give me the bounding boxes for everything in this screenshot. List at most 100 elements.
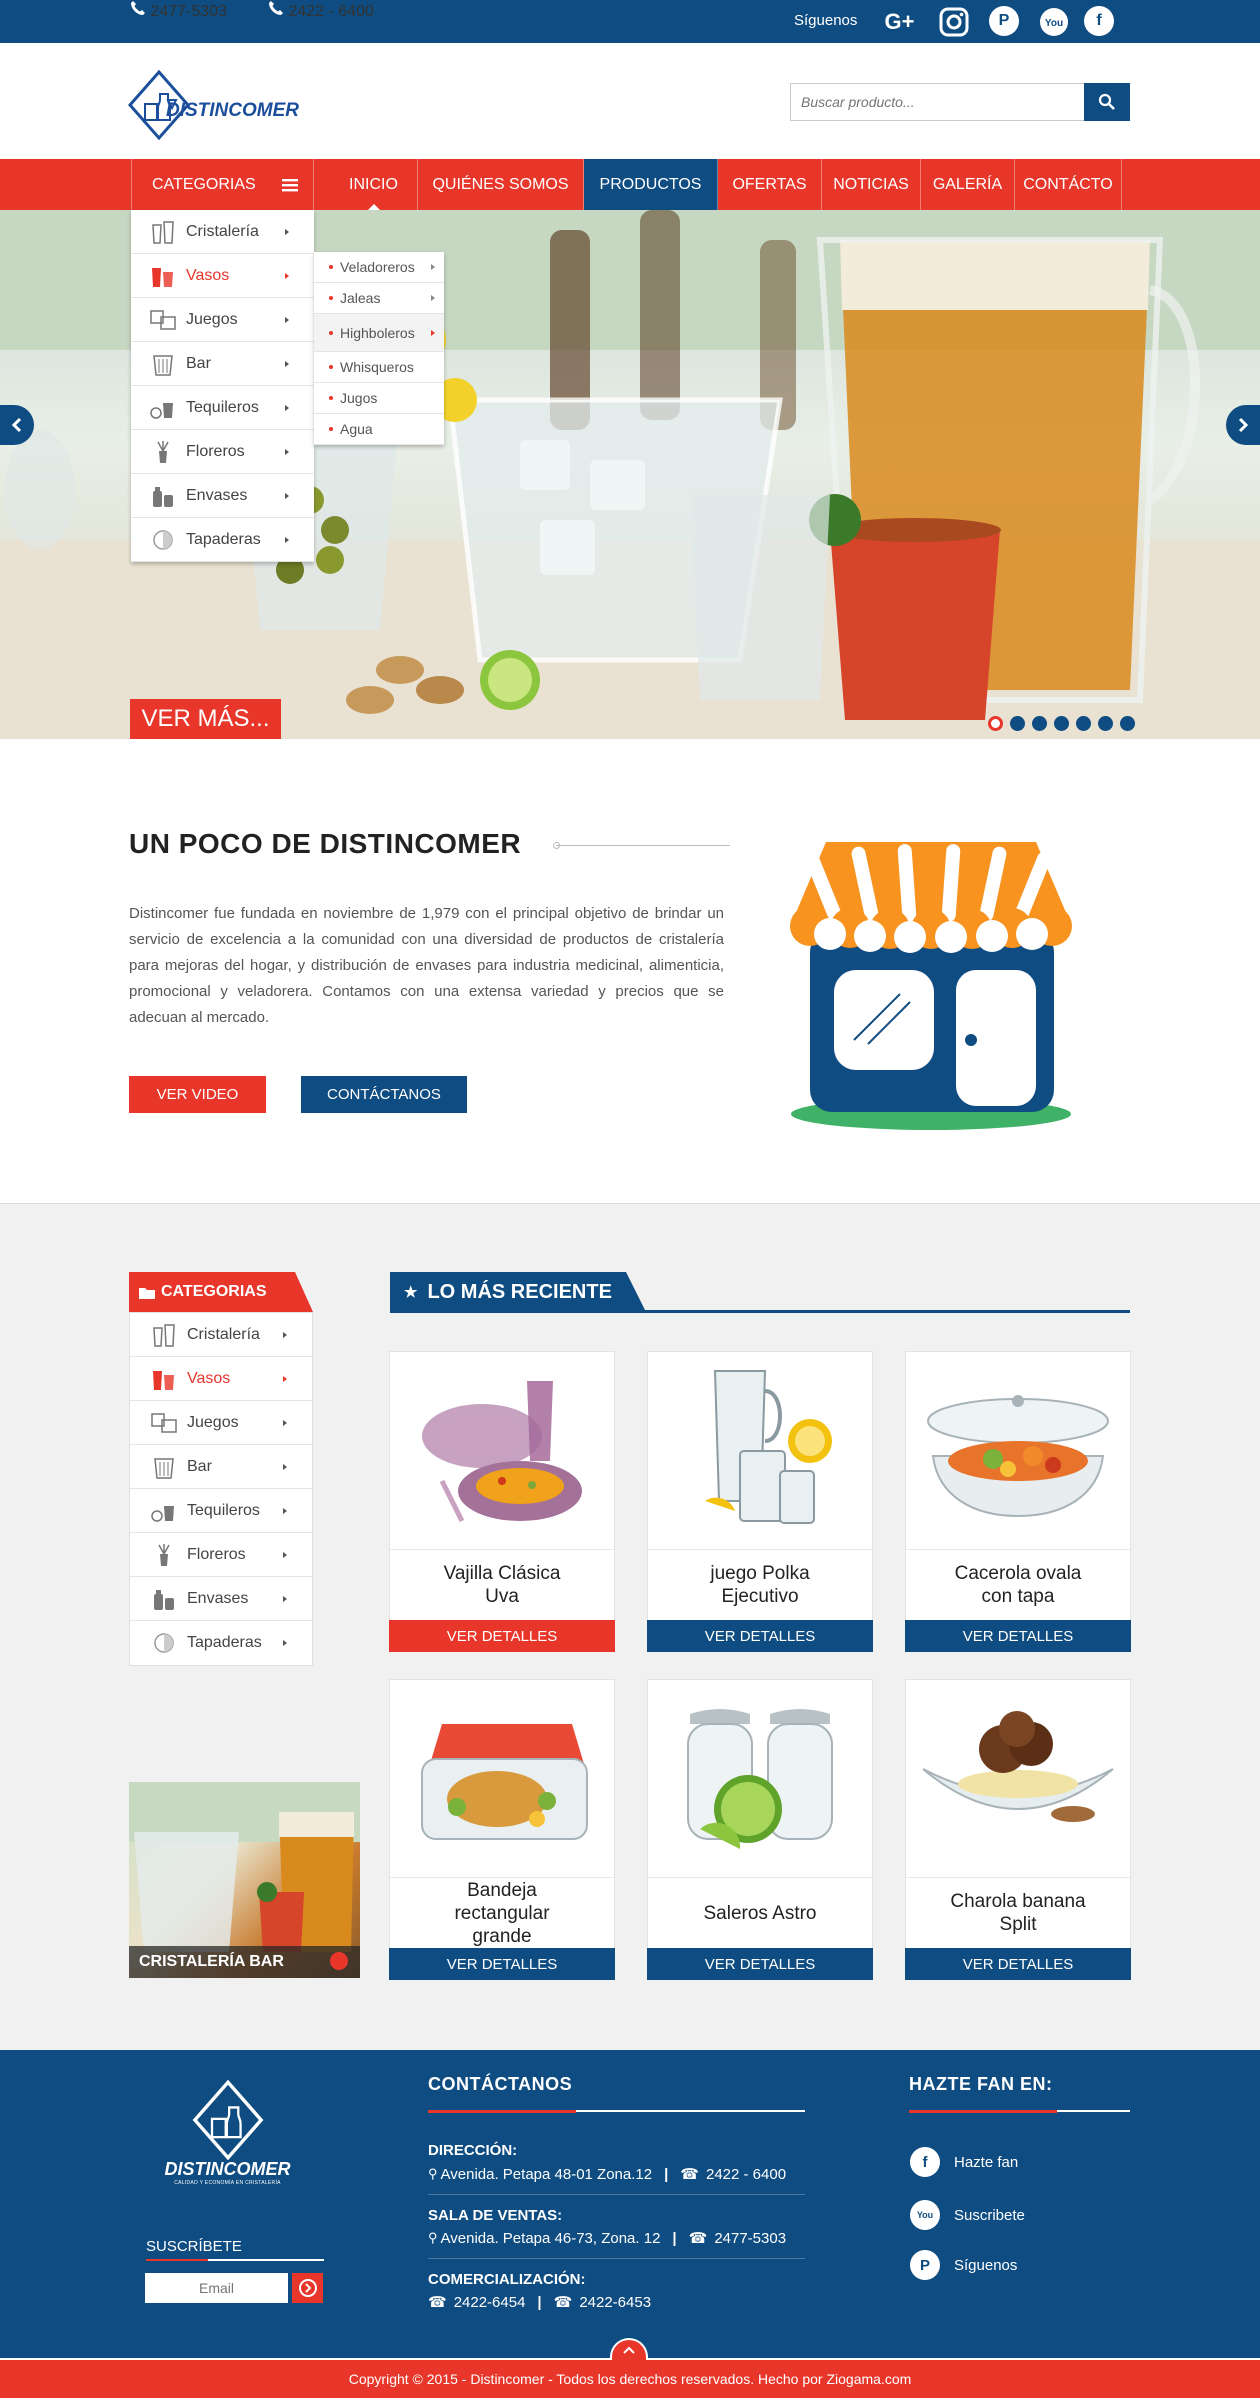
phone-icon: ☎ xyxy=(680,2166,699,2183)
submenu-item[interactable]: Jugos xyxy=(314,383,444,414)
promo-banner[interactable]: CRISTALERÍA BAR xyxy=(129,1782,360,1978)
sidebar-category-floreros[interactable]: Floreros xyxy=(130,1533,312,1577)
nav-contacto[interactable]: CONTÁCTO xyxy=(1015,159,1122,210)
fan-youtube[interactable]: You Suscribete xyxy=(910,2200,1025,2230)
nav-productos[interactable]: PRODUCTOS xyxy=(584,159,718,210)
pinterest-icon[interactable]: P xyxy=(989,6,1019,36)
footer-contact-title: CONTÁCTANOS xyxy=(428,2074,573,2094)
slider-dot[interactable] xyxy=(1098,716,1113,731)
video-button[interactable]: VER VIDEO xyxy=(129,1076,266,1113)
submenu-item[interactable]: Jaleas xyxy=(314,283,444,314)
sidebar-category-bar[interactable]: Bar xyxy=(130,1445,312,1489)
address-label: DIRECCIÓN: xyxy=(428,2142,518,2159)
product-card[interactable]: Vajilla Clásica Uva VER DETALLES xyxy=(389,1351,615,1652)
search-input[interactable] xyxy=(790,83,1084,121)
slider-dot[interactable] xyxy=(1076,716,1091,731)
categories-dropdown: Cristalería Vasos Juegos Bar Tequileros … xyxy=(131,210,314,562)
footer-logo[interactable]: DISTINCOMER CALIDAD Y ECONOMÍA EN CRISTA… xyxy=(160,2079,295,2190)
slider-dot[interactable] xyxy=(1032,716,1047,731)
folder-icon xyxy=(139,1287,155,1299)
submenu-label: Agua xyxy=(340,421,373,437)
facebook-icon[interactable]: f xyxy=(1084,6,1114,36)
nav-quienes-somos[interactable]: QUIÉNES SOMOS xyxy=(418,159,584,210)
category-cristaleria[interactable]: Cristalería xyxy=(131,210,314,254)
lid-icon xyxy=(149,527,177,553)
submenu-item[interactable]: Veladoreros xyxy=(314,252,444,283)
category-label: Vasos xyxy=(187,1369,231,1387)
phone-2[interactable]: 2422 - 6400 xyxy=(268,0,374,21)
product-card[interactable]: Charola banana Split VER DETALLES xyxy=(905,1679,1131,1980)
sidebar-category-vasos[interactable]: Vasos xyxy=(130,1357,312,1401)
logo-text: DISTINCOMER xyxy=(166,100,299,121)
search-icon xyxy=(1098,93,1115,110)
chevron-right-icon xyxy=(1238,417,1249,433)
category-label: Juegos xyxy=(187,1413,239,1431)
product-card[interactable]: Cacerola ovala con tapa VER DETALLES xyxy=(905,1351,1131,1652)
nav-ofertas[interactable]: OFERTAS xyxy=(718,159,822,210)
category-vasos[interactable]: Vasos xyxy=(131,254,314,298)
product-card[interactable]: juego Polka Ejecutivo VER DETALLES xyxy=(647,1351,873,1652)
google-plus-icon[interactable]: G+ xyxy=(884,6,915,37)
submenu-label: Whisqueros xyxy=(340,359,414,375)
slider-dot[interactable] xyxy=(988,716,1003,731)
nav-quienes-somos-label: QUIÉNES SOMOS xyxy=(432,175,569,193)
product-name: Bandeja rectangular grande xyxy=(454,1879,550,1947)
category-envases[interactable]: Envases xyxy=(131,474,314,518)
search-button[interactable] xyxy=(1084,83,1130,121)
product-image xyxy=(390,1680,614,1878)
submenu-item[interactable]: Agua xyxy=(314,414,444,445)
follow-label: Síguenos xyxy=(794,12,858,29)
youtube-icon: You xyxy=(910,2200,940,2230)
product-card[interactable]: Bandeja rectangular grande VER DETALLES xyxy=(389,1679,615,1980)
product-image xyxy=(906,1680,1130,1878)
contact-underline-accent xyxy=(428,2110,576,2113)
contact-button[interactable]: CONTÁCTANOS xyxy=(301,1076,467,1113)
site-logo[interactable]: DISTINCOMER xyxy=(128,68,328,142)
slider-dot[interactable] xyxy=(1054,716,1069,731)
shot-glass-icon xyxy=(150,1498,178,1524)
category-juegos[interactable]: Juegos xyxy=(131,298,314,342)
instagram-icon[interactable] xyxy=(938,6,969,37)
sidebar-category-tapaderas[interactable]: Tapaderas xyxy=(130,1621,312,1665)
fan-facebook[interactable]: f Hazte fan xyxy=(910,2147,1018,2177)
fan-label: Suscribete xyxy=(954,2206,1025,2224)
phone-1[interactable]: 2477-5303 xyxy=(130,0,227,21)
categories-toggle[interactable]: CATEGORIAS xyxy=(131,159,314,210)
sidebar-title: CATEGORIAS xyxy=(161,1283,267,1300)
sidebar-category-envases[interactable]: Envases xyxy=(130,1577,312,1621)
nav-galeria[interactable]: GALERÍA xyxy=(921,159,1015,210)
product-details-button[interactable]: VER DETALLES xyxy=(647,1948,873,1980)
hero-cta-button[interactable]: VER MÁS... xyxy=(130,699,281,739)
sidebar-category-cristaleria[interactable]: Cristalería xyxy=(130,1313,312,1357)
submenu-item[interactable]: Whisqueros xyxy=(314,352,444,383)
category-bar[interactable]: Bar xyxy=(131,342,314,386)
nav-noticias[interactable]: NOTICIAS xyxy=(822,159,921,210)
category-floreros[interactable]: Floreros xyxy=(131,430,314,474)
product-details-button[interactable]: VER DETALLES xyxy=(647,1620,873,1652)
slider-dot[interactable] xyxy=(1120,716,1135,731)
product-details-button[interactable]: VER DETALLES xyxy=(389,1948,615,1980)
fan-pinterest[interactable]: P Síguenos xyxy=(910,2250,1017,2280)
menu-icon xyxy=(281,178,298,191)
nav-inicio[interactable]: INICIO xyxy=(330,159,418,210)
submenu-item[interactable]: Highboleros xyxy=(314,314,444,352)
category-tequileros[interactable]: Tequileros xyxy=(131,386,314,430)
nav-productos-label: PRODUCTOS xyxy=(599,175,702,193)
product-details-button[interactable]: VER DETALLES xyxy=(905,1620,1131,1652)
product-details-button[interactable]: VER DETALLES xyxy=(905,1948,1131,1980)
email-field[interactable] xyxy=(145,2273,288,2303)
slider-next-button[interactable] xyxy=(1226,405,1260,445)
sidebar-category-tequileros[interactable]: Tequileros xyxy=(130,1489,312,1533)
product-card[interactable]: Saleros Astro VER DETALLES xyxy=(647,1679,873,1980)
logo-icon xyxy=(192,2079,263,2161)
slider-dot[interactable] xyxy=(1010,716,1025,731)
category-tapaderas[interactable]: Tapaderas xyxy=(131,518,314,562)
subscribe-button[interactable] xyxy=(292,2273,323,2303)
product-details-button[interactable]: VER DETALLES xyxy=(389,1620,615,1652)
slider-dots xyxy=(988,716,1135,731)
shot-glass-icon xyxy=(149,395,177,421)
category-label: Vasos xyxy=(186,266,230,284)
sales-address: Avenida. Petapa 46-73, Zona. 12 xyxy=(440,2229,661,2247)
youtube-icon[interactable]: You xyxy=(1038,6,1069,37)
sidebar-category-juegos[interactable]: Juegos xyxy=(130,1401,312,1445)
